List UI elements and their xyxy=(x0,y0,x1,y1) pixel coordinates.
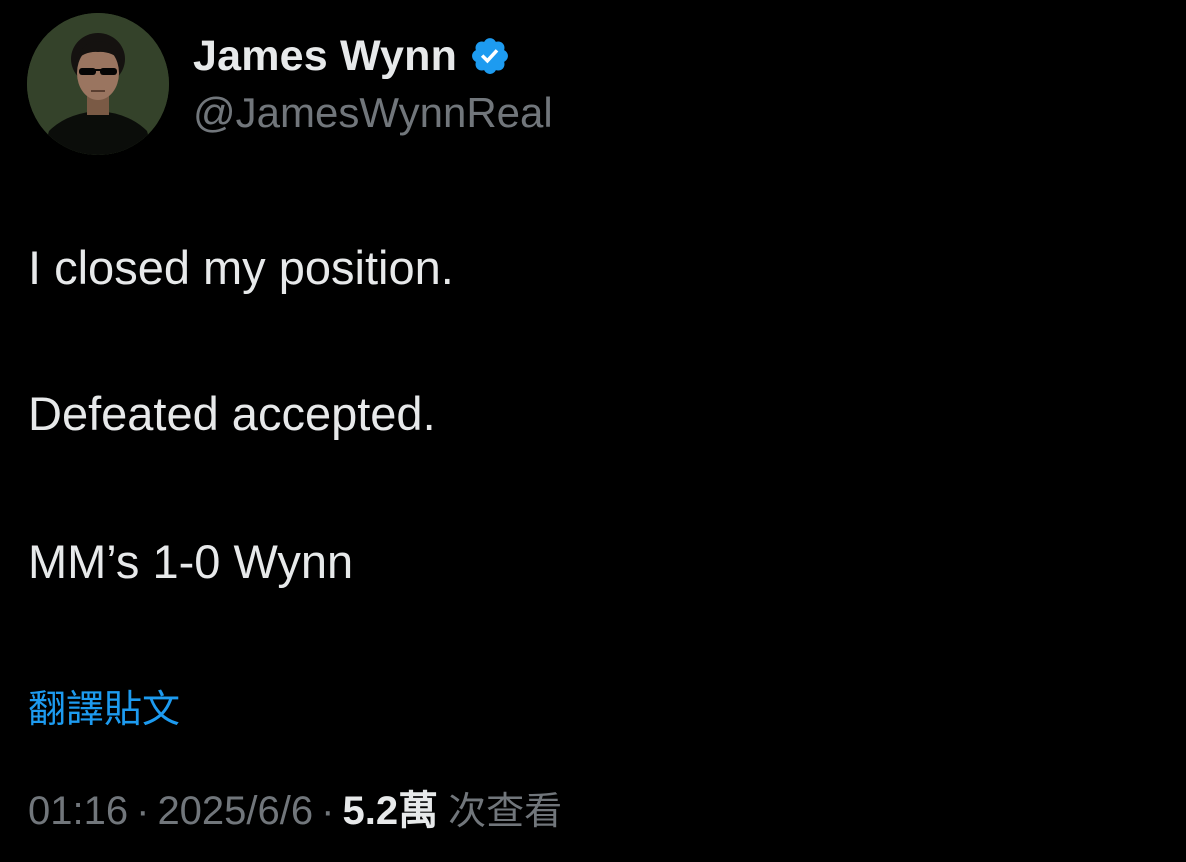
meta-separator: · xyxy=(321,789,335,833)
views-label: 次查看 xyxy=(448,789,563,833)
views-count[interactable]: 5.2萬 xyxy=(342,778,438,836)
author-name-row[interactable]: James Wynn xyxy=(193,28,511,84)
post-text-line-3: MM’s 1-0 Wynn xyxy=(28,535,354,588)
meta-separator: · xyxy=(136,789,150,833)
author-handle[interactable]: @JamesWynnReal xyxy=(193,89,553,137)
post-text-line-1: I closed my position. xyxy=(28,241,454,294)
author-display-name[interactable]: James Wynn xyxy=(193,32,457,81)
verified-badge-icon xyxy=(472,38,509,74)
profile-photo-icon xyxy=(27,13,169,155)
translate-post-link[interactable]: 翻譯貼文 xyxy=(28,678,180,733)
post-date[interactable]: 2025/6/6 xyxy=(157,789,313,834)
post-time[interactable]: 01:16 xyxy=(28,789,128,834)
post-meta: 01:16 · 2025/6/6 · 5.2萬 次查看 xyxy=(28,778,562,836)
tweet: James Wynn @JamesWynnReal I closed my po… xyxy=(0,0,1186,862)
avatar[interactable] xyxy=(27,13,169,155)
post-text-line-2: Defeated accepted. xyxy=(28,387,436,440)
